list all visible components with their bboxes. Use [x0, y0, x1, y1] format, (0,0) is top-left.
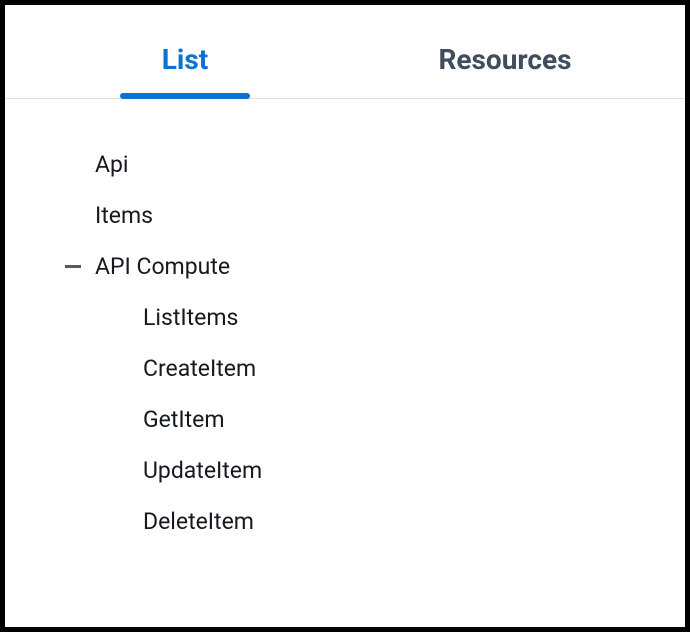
collapse-icon[interactable] — [65, 265, 81, 268]
tab-list[interactable]: List — [25, 15, 345, 98]
tree-item-listitems[interactable]: ListItems — [65, 292, 665, 343]
tree-item-createitem[interactable]: CreateItem — [65, 343, 665, 394]
tree-container: Api Items API Compute ListItems CreateIt… — [5, 99, 685, 567]
tree-item-label: DeleteItem — [143, 508, 254, 535]
tree-item-label: Api — [95, 151, 129, 178]
tab-resources[interactable]: Resources — [345, 15, 665, 98]
tree-item-label: Items — [95, 202, 153, 229]
tree-item-api-compute[interactable]: API Compute — [65, 241, 665, 292]
tree-item-label: UpdateItem — [143, 457, 262, 484]
tree-item-items[interactable]: Items — [65, 190, 665, 241]
tree-item-deleteitem[interactable]: DeleteItem — [65, 496, 665, 547]
tabs-container: List Resources — [5, 15, 685, 99]
tree-item-updateitem[interactable]: UpdateItem — [65, 445, 665, 496]
tree-item-label: ListItems — [143, 304, 238, 331]
tree-item-label: CreateItem — [143, 355, 256, 382]
tree-item-label: API Compute — [95, 253, 230, 280]
tree-item-getitem[interactable]: GetItem — [65, 394, 665, 445]
tree-item-api[interactable]: Api — [65, 139, 665, 190]
tree-item-label: GetItem — [143, 406, 225, 433]
